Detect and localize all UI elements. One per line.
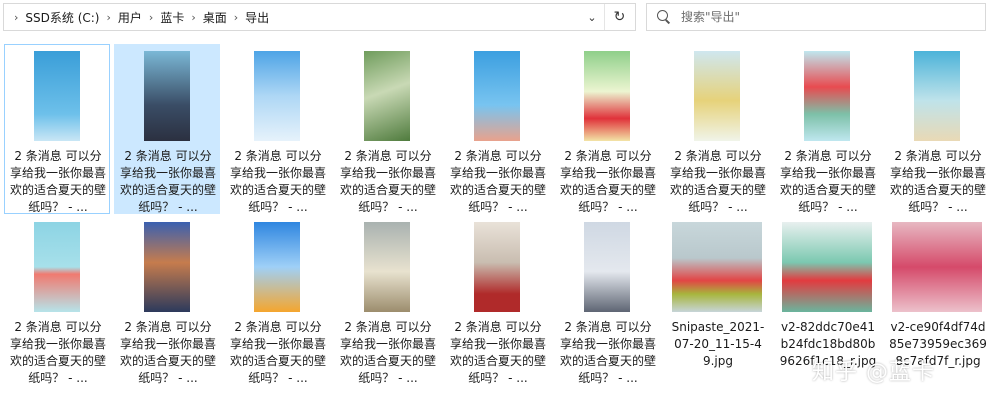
- chevron-right-icon[interactable]: ›: [145, 11, 157, 24]
- file-thumbnail: [34, 222, 80, 312]
- file-name: 2 条消息 可以分享给我一张你最喜欢的适合夏天的壁纸吗？ - ...: [559, 149, 656, 214]
- file-item[interactable]: Snipaste_2021-07-20_11-15-49.jpg: [664, 215, 770, 385]
- file-name: 2 条消息 可以分享给我一张你最喜欢的适合夏天的壁纸吗？ - ...: [339, 320, 436, 385]
- file-name: 2 条消息 可以分享给我一张你最喜欢的适合夏天的壁纸吗？ - ...: [119, 149, 216, 214]
- file-item[interactable]: 2 条消息 可以分享给我一张你最喜欢的适合夏天的壁纸吗？ - ...: [334, 44, 440, 214]
- search-input[interactable]: [681, 10, 961, 24]
- file-thumbnail: [584, 51, 630, 141]
- file-thumbnail: [474, 222, 520, 312]
- file-item[interactable]: 2 条消息 可以分享给我一张你最喜欢的适合夏天的壁纸吗？ - ...: [774, 44, 880, 214]
- file-thumbnail: [694, 51, 740, 141]
- chevron-right-icon[interactable]: ›: [10, 11, 22, 24]
- file-name: Snipaste_2021-07-20_11-15-49.jpg: [671, 320, 765, 368]
- file-item[interactable]: 2 条消息 可以分享给我一张你最喜欢的适合夏天的壁纸吗？ - ...: [224, 215, 330, 385]
- refresh-icon[interactable]: ↻: [604, 4, 634, 30]
- file-item[interactable]: 2 条消息 可以分享给我一张你最喜欢的适合夏天的壁纸吗？ - ...: [444, 215, 550, 385]
- file-thumbnail: [474, 51, 520, 141]
- file-item[interactable]: 2 条消息 可以分享给我一张你最喜欢的适合夏天的壁纸吗？ - ...: [554, 44, 660, 214]
- file-name: 2 条消息 可以分享给我一张你最喜欢的适合夏天的壁纸吗？ - ...: [669, 149, 766, 214]
- breadcrumb-drive[interactable]: SSD系统 (C:): [22, 9, 102, 26]
- chevron-right-icon[interactable]: ›: [102, 11, 114, 24]
- file-thumbnail: [782, 222, 872, 312]
- watermark: 知乎 @蓝卡: [812, 360, 935, 385]
- file-thumbnail: [804, 51, 850, 141]
- file-item[interactable]: 2 条消息 可以分享给我一张你最喜欢的适合夏天的壁纸吗？ - ...: [4, 215, 110, 385]
- file-item[interactable]: 2 条消息 可以分享给我一张你最喜欢的适合夏天的壁纸吗？ - ...: [4, 44, 110, 214]
- file-name: 2 条消息 可以分享给我一张你最喜欢的适合夏天的壁纸吗？ - ...: [229, 149, 326, 214]
- file-item[interactable]: 2 条消息 可以分享给我一张你最喜欢的适合夏天的壁纸吗？ - ...: [334, 215, 440, 385]
- file-name: 2 条消息 可以分享给我一张你最喜欢的适合夏天的壁纸吗？ - ...: [449, 149, 546, 214]
- file-thumbnail: [254, 51, 300, 141]
- search-box[interactable]: [646, 3, 986, 31]
- file-thumbnail: [254, 222, 300, 312]
- chevron-right-icon[interactable]: ›: [230, 11, 242, 24]
- file-thumbnail: [914, 51, 960, 141]
- file-item[interactable]: 2 条消息 可以分享给我一张你最喜欢的适合夏天的壁纸吗？ - ...: [444, 44, 550, 214]
- chevron-down-icon[interactable]: ⌄: [579, 4, 605, 30]
- file-name: 2 条消息 可以分享给我一张你最喜欢的适合夏天的壁纸吗？ - ...: [119, 320, 216, 385]
- file-thumbnail: [584, 222, 630, 312]
- file-thumbnail: [892, 222, 982, 312]
- file-thumbnail: [34, 51, 80, 141]
- file-name: 2 条消息 可以分享给我一张你最喜欢的适合夏天的壁纸吗？ - ...: [229, 320, 326, 385]
- file-item[interactable]: 2 条消息 可以分享给我一张你最喜欢的适合夏天的壁纸吗？ - ...: [114, 215, 220, 385]
- file-name: 2 条消息 可以分享给我一张你最喜欢的适合夏天的壁纸吗？ - ...: [559, 320, 656, 385]
- address-bar[interactable]: › SSD系统 (C:) › 用户 › 蓝卡 › 桌面 › 导出 ⌄: [3, 3, 636, 31]
- breadcrumb-desktop[interactable]: 桌面: [200, 9, 230, 26]
- breadcrumb-export[interactable]: 导出: [242, 9, 272, 26]
- file-thumbnail: [672, 222, 762, 312]
- file-name: 2 条消息 可以分享给我一张你最喜欢的适合夏天的壁纸吗？ - ...: [9, 149, 106, 214]
- file-name: 2 条消息 可以分享给我一张你最喜欢的适合夏天的壁纸吗？ - ...: [9, 320, 106, 385]
- file-name: 2 条消息 可以分享给我一张你最喜欢的适合夏天的壁纸吗？ - ...: [889, 149, 986, 214]
- file-item[interactable]: 2 条消息 可以分享给我一张你最喜欢的适合夏天的壁纸吗？ - ...: [884, 44, 990, 214]
- file-item[interactable]: 2 条消息 可以分享给我一张你最喜欢的适合夏天的壁纸吗？ - ...: [114, 44, 220, 214]
- file-thumbnail: [144, 222, 190, 312]
- file-item[interactable]: 2 条消息 可以分享给我一张你最喜欢的适合夏天的壁纸吗？ - ...: [224, 44, 330, 214]
- file-thumbnail: [144, 51, 190, 141]
- file-name: 2 条消息 可以分享给我一张你最喜欢的适合夏天的壁纸吗？ - ...: [339, 149, 436, 214]
- chevron-right-icon[interactable]: ›: [187, 11, 199, 24]
- file-item[interactable]: 2 条消息 可以分享给我一张你最喜欢的适合夏天的壁纸吗？ - ...: [664, 44, 770, 214]
- file-name: 2 条消息 可以分享给我一张你最喜欢的适合夏天的壁纸吗？ - ...: [779, 149, 876, 214]
- file-item[interactable]: 2 条消息 可以分享给我一张你最喜欢的适合夏天的壁纸吗？ - ...: [554, 215, 660, 385]
- breadcrumb: › SSD系统 (C:) › 用户 › 蓝卡 › 桌面 › 导出: [4, 9, 635, 26]
- file-thumbnail: [364, 222, 410, 312]
- breadcrumb-user[interactable]: 蓝卡: [157, 9, 187, 26]
- search-icon: [657, 10, 671, 24]
- file-name: 2 条消息 可以分享给我一张你最喜欢的适合夏天的壁纸吗？ - ...: [449, 320, 546, 385]
- breadcrumb-users[interactable]: 用户: [115, 9, 145, 26]
- file-thumbnail: [364, 51, 410, 141]
